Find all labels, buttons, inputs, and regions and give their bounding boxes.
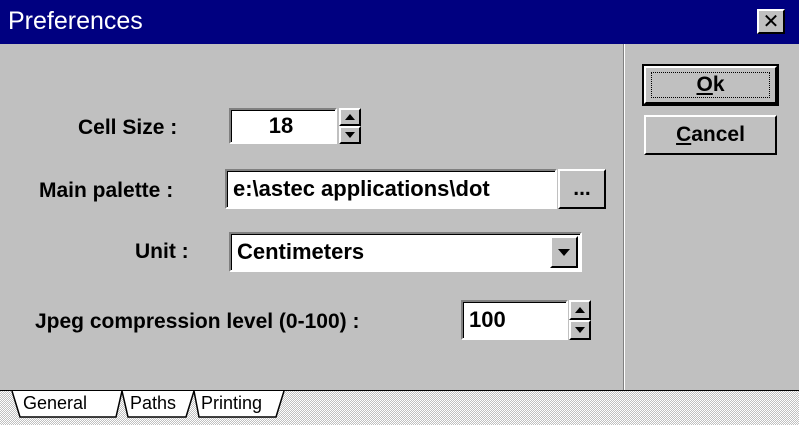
ok-button[interactable]: Ok	[642, 64, 779, 106]
cancel-mnemonic: C	[676, 123, 692, 146]
arrow-up-icon	[345, 114, 355, 120]
unit-dropdown-button[interactable]	[550, 236, 578, 268]
jpeg-down-button[interactable]	[569, 320, 591, 340]
cell-size-up-button[interactable]	[339, 108, 361, 126]
jpeg-spinner[interactable]	[569, 300, 591, 340]
cell-size-value: 18	[268, 113, 294, 138]
tab-general[interactable]: General	[23, 391, 87, 417]
cancel-label: ancel	[691, 123, 745, 146]
arrow-down-icon	[575, 327, 585, 333]
close-icon: ✕	[762, 10, 780, 33]
cell-size-label: Cell Size :	[78, 116, 178, 139]
main-palette-input[interactable]: e:\astec applications\dot	[225, 169, 557, 209]
preferences-dialog: Preferences ✕ Cell Size : 18 Main palett…	[0, 0, 799, 425]
unit-select[interactable]: Centimeters	[229, 232, 582, 272]
cancel-button[interactable]: Cancel	[644, 115, 777, 155]
jpeg-input[interactable]: 100	[461, 300, 568, 340]
tab-paths[interactable]: Paths	[130, 391, 176, 417]
cell-size-down-button[interactable]	[339, 126, 361, 144]
jpeg-up-button[interactable]	[569, 300, 591, 320]
tab-outlines	[11, 391, 285, 418]
unit-value: Centimeters	[237, 239, 365, 264]
tab-strip: General Paths Printing	[0, 390, 799, 425]
cell-size-input[interactable]: 18	[229, 108, 337, 144]
ok-label: k	[712, 73, 725, 96]
browse-label: ...	[573, 177, 591, 200]
tab-printing[interactable]: Printing	[201, 391, 262, 417]
cell-size-spinner[interactable]	[339, 108, 361, 144]
ok-mnemonic: O	[696, 73, 713, 96]
arrow-down-icon	[345, 132, 355, 138]
title-bar[interactable]: Preferences ✕	[0, 0, 799, 44]
jpeg-label: Jpeg compression level (0-100) :	[35, 310, 360, 333]
jpeg-value: 100	[469, 307, 506, 332]
arrow-up-icon	[575, 307, 585, 313]
window-title: Preferences	[8, 7, 143, 35]
main-palette-label: Main palette :	[39, 179, 174, 202]
main-palette-value: e:\astec applications\dot	[233, 176, 490, 201]
unit-label: Unit :	[135, 240, 189, 263]
browse-palette-button[interactable]: ...	[558, 169, 606, 209]
panel-divider-highlight	[624, 44, 625, 390]
chevron-down-icon	[558, 248, 570, 256]
close-button[interactable]: ✕	[757, 9, 785, 34]
